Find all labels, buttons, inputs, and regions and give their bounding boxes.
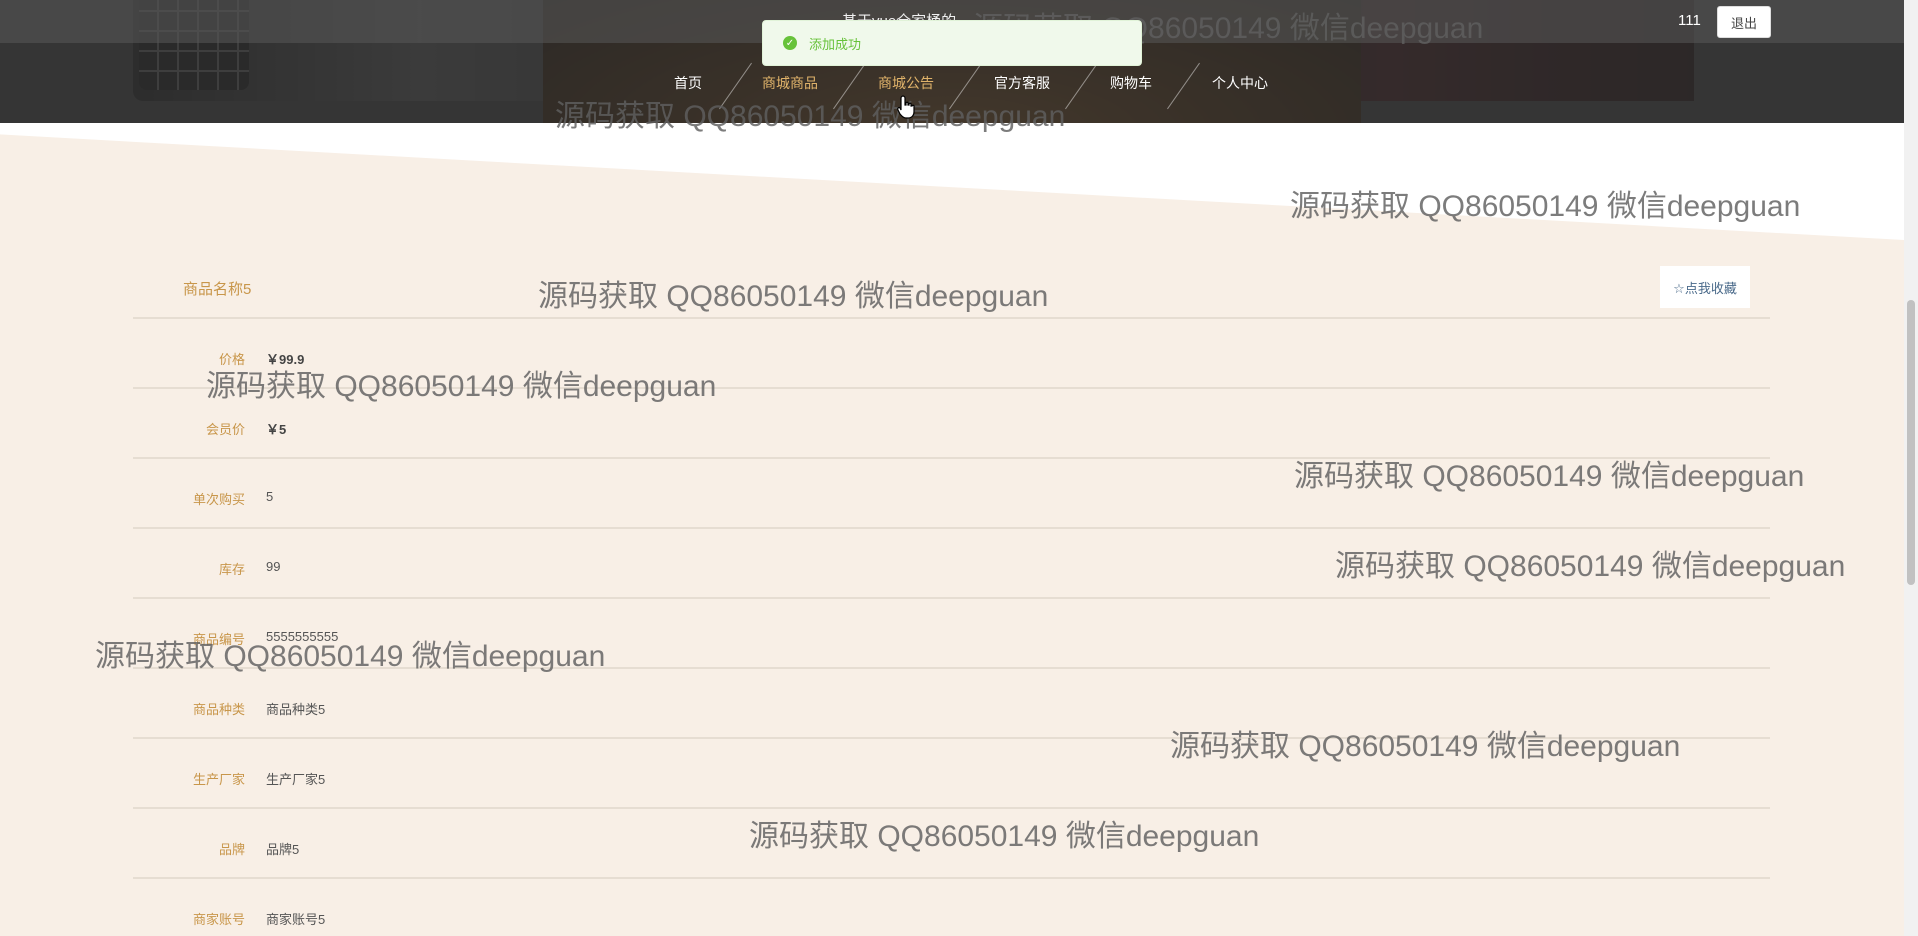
divider [133, 597, 1770, 599]
current-username: 111 [1678, 12, 1701, 29]
scrollbar-thumb[interactable] [1907, 300, 1915, 585]
product-name: 商品名称5 [183, 281, 252, 298]
divider [133, 387, 1770, 389]
value-stock: 99 [266, 559, 281, 574]
nav-item-customer-service[interactable]: 官方客服 [994, 73, 1050, 93]
value-merchant-account: 商家账号5 [266, 912, 326, 927]
label-stock: 库存 [218, 562, 245, 577]
logout-button[interactable]: 退出 [1717, 6, 1771, 38]
watermark-text: 源码获取 QQ86050149 微信deepguan [538, 280, 1049, 313]
label-member-price: 会员价 [205, 422, 245, 437]
divider [133, 527, 1770, 529]
value-single-purchase: 5 [266, 489, 274, 504]
success-toast: ✓ 添加成功 [762, 20, 1142, 66]
label-brand: 品牌 [218, 842, 245, 857]
nav-item-products[interactable]: 商城商品 [762, 73, 818, 93]
nav-separator [833, 62, 866, 110]
check-circle-icon: ✓ [783, 36, 797, 50]
divider [133, 317, 1770, 319]
nav-item-announcements[interactable]: 商城公告 [878, 73, 934, 93]
value-product-code: 5555555555 [266, 629, 339, 644]
label-price: 价格 [218, 352, 245, 367]
label-single-purchase: 单次购买 [192, 492, 245, 507]
watermark-text: 源码获取 QQ86050149 微信deepguan [749, 820, 1260, 853]
label-product-code: 商品编号 [192, 632, 245, 647]
value-member-price: ￥5 [266, 422, 287, 437]
hand-pointer-icon [897, 95, 915, 124]
label-category: 商品种类 [192, 702, 245, 717]
nav-item-cart[interactable]: 购物车 [1110, 73, 1152, 93]
divider [133, 457, 1770, 459]
value-brand: 品牌5 [266, 842, 300, 857]
nav-separator [1167, 62, 1200, 110]
divider [133, 877, 1770, 879]
nav-separator [949, 62, 982, 110]
divider [133, 737, 1770, 739]
value-category: 商品种类5 [266, 702, 326, 717]
value-manufacturer: 生产厂家5 [266, 772, 326, 787]
vertical-scrollbar[interactable] [1904, 0, 1918, 936]
label-merchant-account: 商家账号 [192, 912, 245, 927]
toast-message: 添加成功 [809, 36, 862, 52]
watermark-text: 源码获取 QQ86050149 微信deepguan [1335, 550, 1846, 583]
watermark-text: 源码获取 QQ86050149 微信deepguan [1170, 730, 1681, 763]
nav-separator [1065, 62, 1098, 110]
label-manufacturer: 生产厂家 [192, 772, 245, 787]
favorite-button[interactable]: ☆点我收藏 [1660, 266, 1750, 308]
nav-separator [719, 62, 752, 110]
divider [133, 667, 1770, 669]
divider [133, 807, 1770, 809]
value-price: ￥99.9 [266, 352, 305, 367]
nav-item-profile[interactable]: 个人中心 [1212, 73, 1268, 93]
nav-item-home[interactable]: 首页 [674, 73, 702, 93]
